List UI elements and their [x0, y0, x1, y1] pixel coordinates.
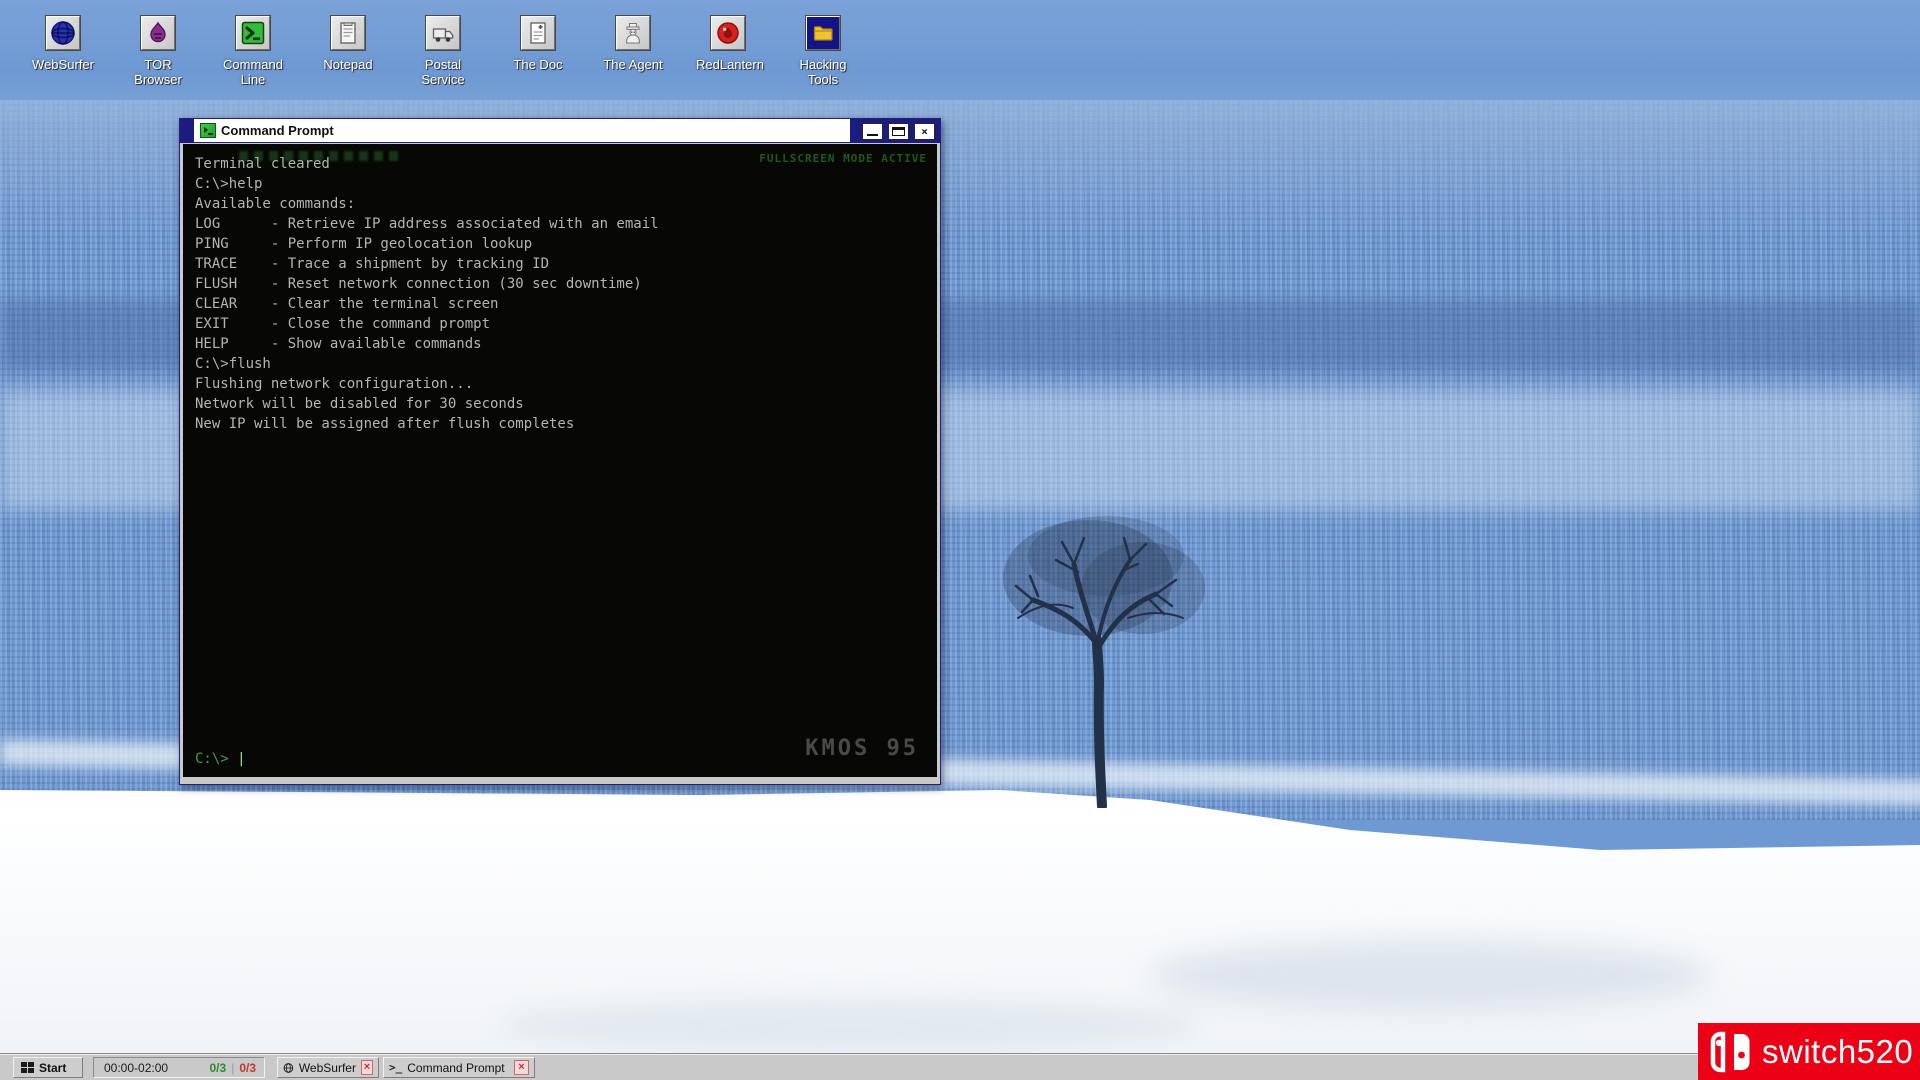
globe-icon: [50, 20, 76, 46]
desktop: WebSurfer TOR Browser Command Line Notep…: [0, 0, 1920, 1080]
icon-label: Hacking Tools: [791, 57, 855, 87]
terminal-line: FLUSH - Reset network connection (30 sec…: [195, 274, 925, 294]
start-button[interactable]: Start: [13, 1057, 83, 1078]
terminal-line: HELP - Show available commands: [195, 334, 925, 354]
taskbar: Start 00:00-02:00 0/3 | 0/3 WebSurfer × …: [0, 1053, 1920, 1080]
window-titlebar[interactable]: Command Prompt ×: [180, 119, 940, 143]
icon-label: Command Line: [221, 57, 285, 87]
desktop-icon-postal-service[interactable]: Postal Service: [396, 16, 490, 87]
close-taskbar-item-button[interactable]: ×: [514, 1060, 529, 1075]
taskbar-item-command-prompt[interactable]: >_ Command Prompt ×: [383, 1057, 535, 1078]
terminal-line: C:\>help: [195, 174, 925, 194]
truck-icon: [430, 20, 456, 46]
terminal-icon: >_: [389, 1061, 402, 1074]
switch-logo-icon: [1710, 1031, 1754, 1073]
icon-label: TOR Browser: [126, 57, 190, 87]
terminal-window-icon: [200, 123, 216, 138]
terminal-line: EXIT - Close the command prompt: [195, 314, 925, 334]
icon-label: Notepad: [316, 57, 380, 72]
desktop-icon-the-agent[interactable]: The Agent: [586, 16, 680, 72]
prompt-text: C:\>: [195, 751, 229, 767]
taskbar-item-websurfer[interactable]: WebSurfer ×: [277, 1057, 379, 1078]
folder-icon: [810, 20, 836, 46]
taskbar-item-label: WebSurfer: [299, 1061, 356, 1075]
terminal-line: Network will be disabled for 30 seconds: [195, 394, 925, 414]
desktop-icon-tor-browser[interactable]: TOR Browser: [111, 16, 205, 87]
maximize-button[interactable]: [888, 123, 909, 140]
text-cursor: |: [237, 751, 245, 767]
desktop-icon-command-line[interactable]: Command Line: [206, 16, 300, 87]
command-prompt-line[interactable]: C:\> |: [195, 751, 246, 767]
snow-shading: [500, 1000, 1200, 1050]
terminal-line: Terminal cleared: [195, 154, 925, 174]
terminal-line: Available commands:: [195, 194, 925, 214]
icon-label: The Agent: [601, 57, 665, 72]
minimize-button[interactable]: [862, 123, 883, 140]
snow-shading: [1150, 940, 1710, 1010]
document-icon: [525, 20, 551, 46]
command-prompt-window: Command Prompt × FULLSCREEN MODE ACTIVE …: [179, 118, 941, 785]
terminal-line: TRACE - Trace a shipment by tracking ID: [195, 254, 925, 274]
taskbar-status-panel: 00:00-02:00 0/3 | 0/3: [93, 1057, 265, 1078]
counter-separator: |: [231, 1061, 234, 1075]
time-range: 00:00-02:00: [104, 1061, 168, 1075]
window-title: Command Prompt: [221, 123, 334, 138]
agent-icon: [620, 20, 646, 46]
objective-counters: 0/3 | 0/3: [210, 1061, 257, 1075]
windows-flag-icon: [21, 1062, 34, 1074]
os-watermark: KMOS 95: [805, 736, 919, 761]
close-taskbar-item-button[interactable]: ×: [361, 1060, 373, 1075]
badge-text: switch520: [1762, 1033, 1913, 1071]
desktop-icon-notepad[interactable]: Notepad: [301, 16, 395, 72]
terminal-line: Flushing network configuration...: [195, 374, 925, 394]
counter-red: 0/3: [239, 1061, 256, 1075]
globe-icon: [283, 1061, 294, 1075]
onion-icon: [145, 20, 171, 46]
notepad-icon: [335, 20, 361, 46]
icon-label: RedLantern: [696, 57, 760, 72]
icon-label: The Doc: [506, 57, 570, 72]
desktop-icon-hacking-tools[interactable]: Hacking Tools: [776, 16, 870, 87]
desktop-icon-websurfer[interactable]: WebSurfer: [16, 16, 110, 72]
window-controls: ×: [850, 119, 940, 143]
titlebar-accent: [180, 119, 194, 143]
start-label: Start: [39, 1061, 66, 1075]
taskbar-item-label: Command Prompt: [407, 1061, 504, 1075]
terminal-line: CLEAR - Clear the terminal screen: [195, 294, 925, 314]
terminal-line: PING - Perform IP geolocation lookup: [195, 234, 925, 254]
counter-green: 0/3: [210, 1061, 227, 1075]
lantern-icon: [715, 20, 741, 46]
terminal-output: Terminal clearedC:\>helpAvailable comman…: [195, 154, 925, 434]
icon-label: WebSurfer: [31, 57, 95, 72]
lone-tree: [978, 468, 1230, 808]
terminal-line: C:\>flush: [195, 354, 925, 374]
close-button[interactable]: ×: [914, 123, 935, 140]
desktop-icon-the-doc[interactable]: The Doc: [491, 16, 585, 72]
desktop-icon-redlantern[interactable]: RedLantern: [681, 16, 775, 72]
terminal-line: LOG - Retrieve IP address associated wit…: [195, 214, 925, 234]
terminal-line: New IP will be assigned after flush comp…: [195, 414, 925, 434]
terminal-screen[interactable]: FULLSCREEN MODE ACTIVE Terminal clearedC…: [183, 144, 937, 777]
switch520-badge: switch520: [1698, 1023, 1920, 1080]
icon-label: Postal Service: [411, 57, 475, 87]
terminal-icon: [240, 20, 266, 46]
